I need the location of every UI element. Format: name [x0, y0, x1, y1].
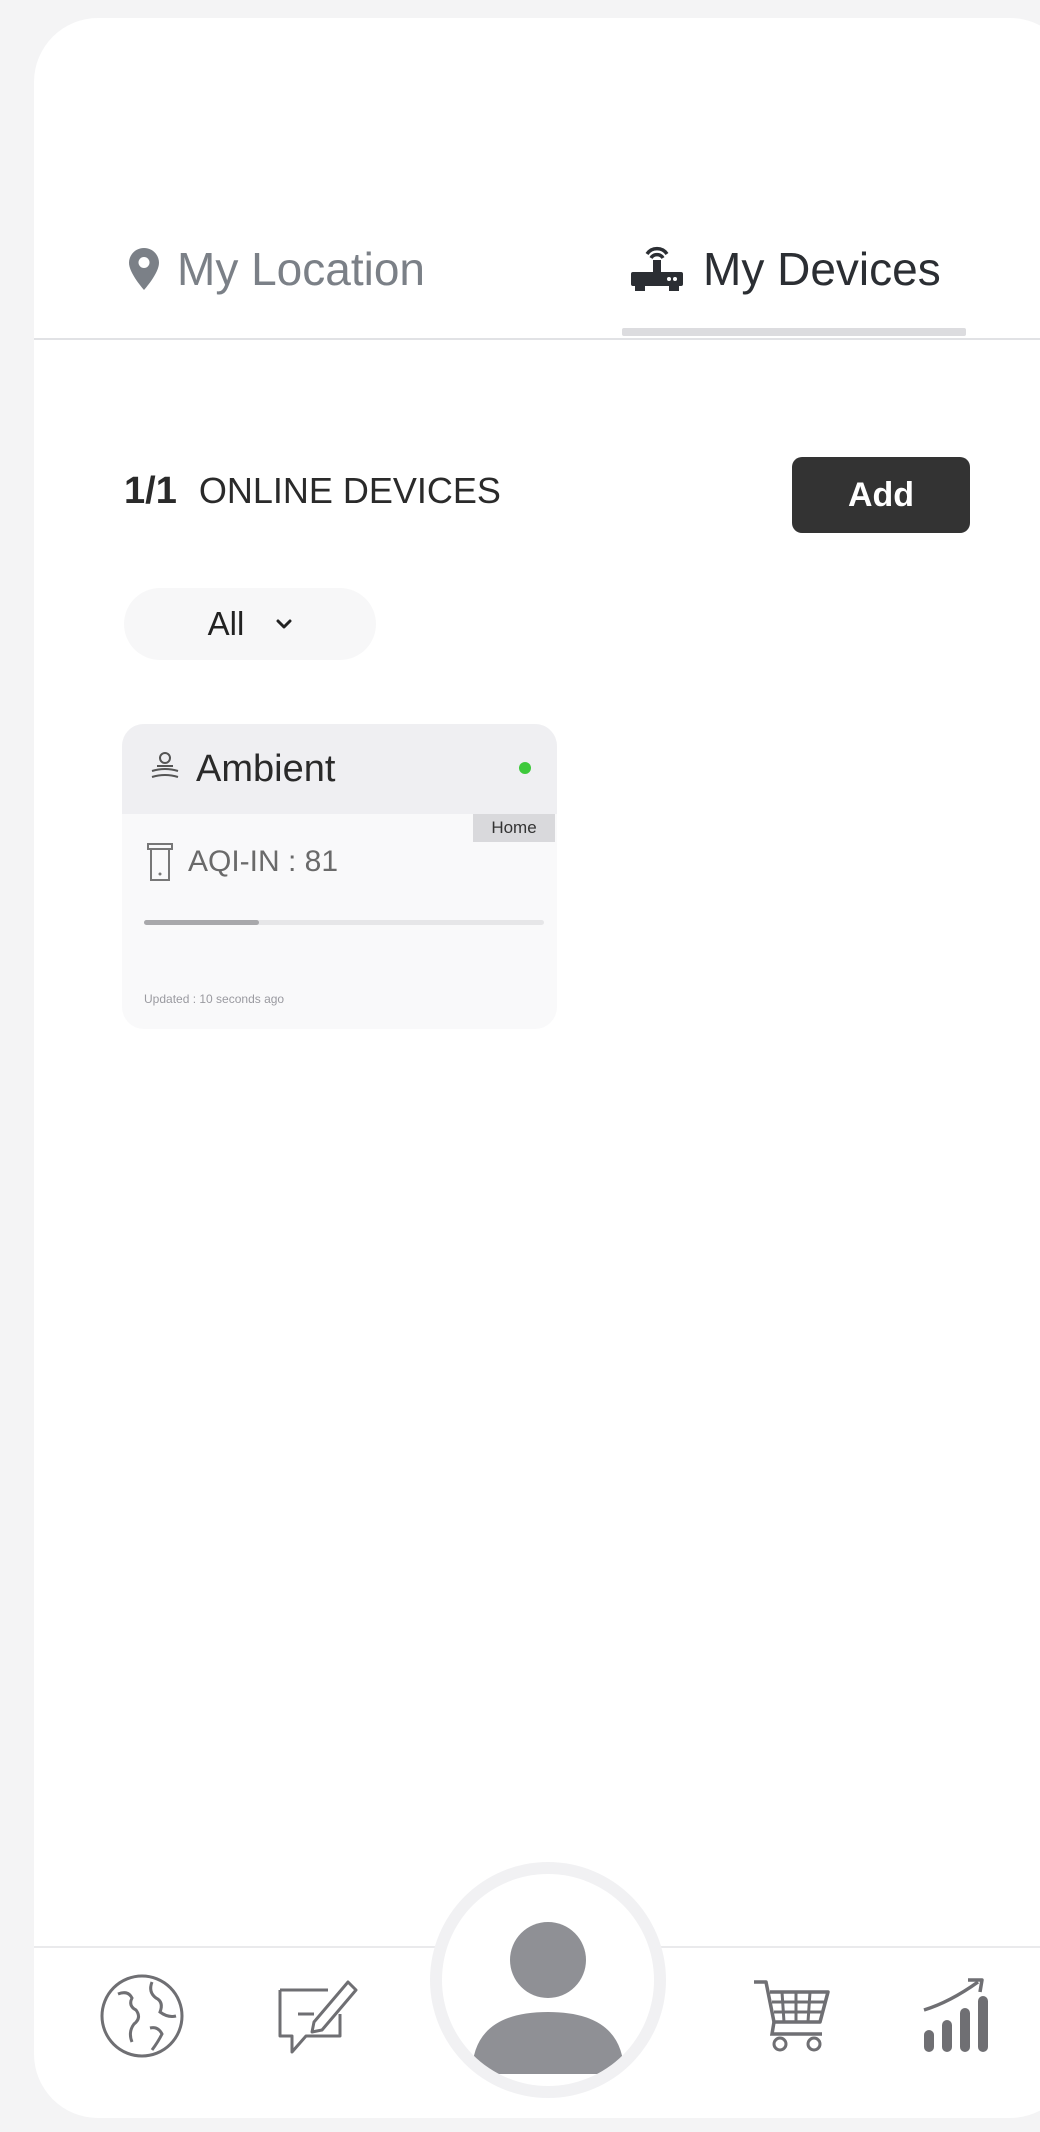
tab-my-devices-label: My Devices: [703, 243, 941, 295]
device-name: Ambient: [196, 747, 336, 790]
avatar: [442, 1874, 654, 2086]
add-device-button[interactable]: Add: [792, 457, 970, 533]
device-card-header: Ambient: [122, 724, 557, 814]
cart-icon[interactable]: [752, 1978, 832, 2054]
ambient-sensor-icon: [148, 751, 182, 787]
aqi-reading-value: AQI-IN : 81: [188, 845, 339, 878]
stats-icon[interactable]: [920, 1976, 996, 2056]
aqi-level-bar: [144, 920, 544, 925]
tab-my-devices[interactable]: My Devices: [629, 242, 941, 296]
filter-selected-value: All: [207, 605, 245, 642]
tab-bar: My Location My Devices: [34, 220, 1040, 340]
online-device-count: 1/1: [124, 470, 177, 512]
tab-my-location[interactable]: My Location: [129, 242, 425, 296]
chevron-down-icon: [276, 618, 292, 630]
router-icon: [629, 244, 685, 294]
aqi-reading: AQI-IN : 81: [146, 842, 338, 882]
feedback-icon[interactable]: [274, 1974, 360, 2060]
globe-icon[interactable]: [98, 1972, 186, 2060]
active-tab-indicator: [622, 328, 966, 336]
tab-my-location-label: My Location: [177, 243, 426, 295]
profile-avatar-button[interactable]: [430, 1862, 666, 2098]
air-monitor-icon: [146, 842, 174, 882]
last-updated-text: Updated : 10 seconds ago: [144, 992, 285, 1006]
aqi-level-fill: [144, 920, 259, 925]
device-filter-dropdown[interactable]: All: [124, 588, 376, 660]
online-status-dot: [519, 762, 531, 774]
device-card[interactable]: Ambient Home AQI-IN : 81 Updated : 10 se…: [122, 724, 557, 1029]
online-devices-summary: 1/1 ONLINE DEVICES: [124, 470, 501, 513]
online-devices-label: ONLINE DEVICES: [198, 470, 501, 511]
map-pin-icon: [129, 248, 159, 290]
location-tag: Home: [473, 814, 555, 842]
